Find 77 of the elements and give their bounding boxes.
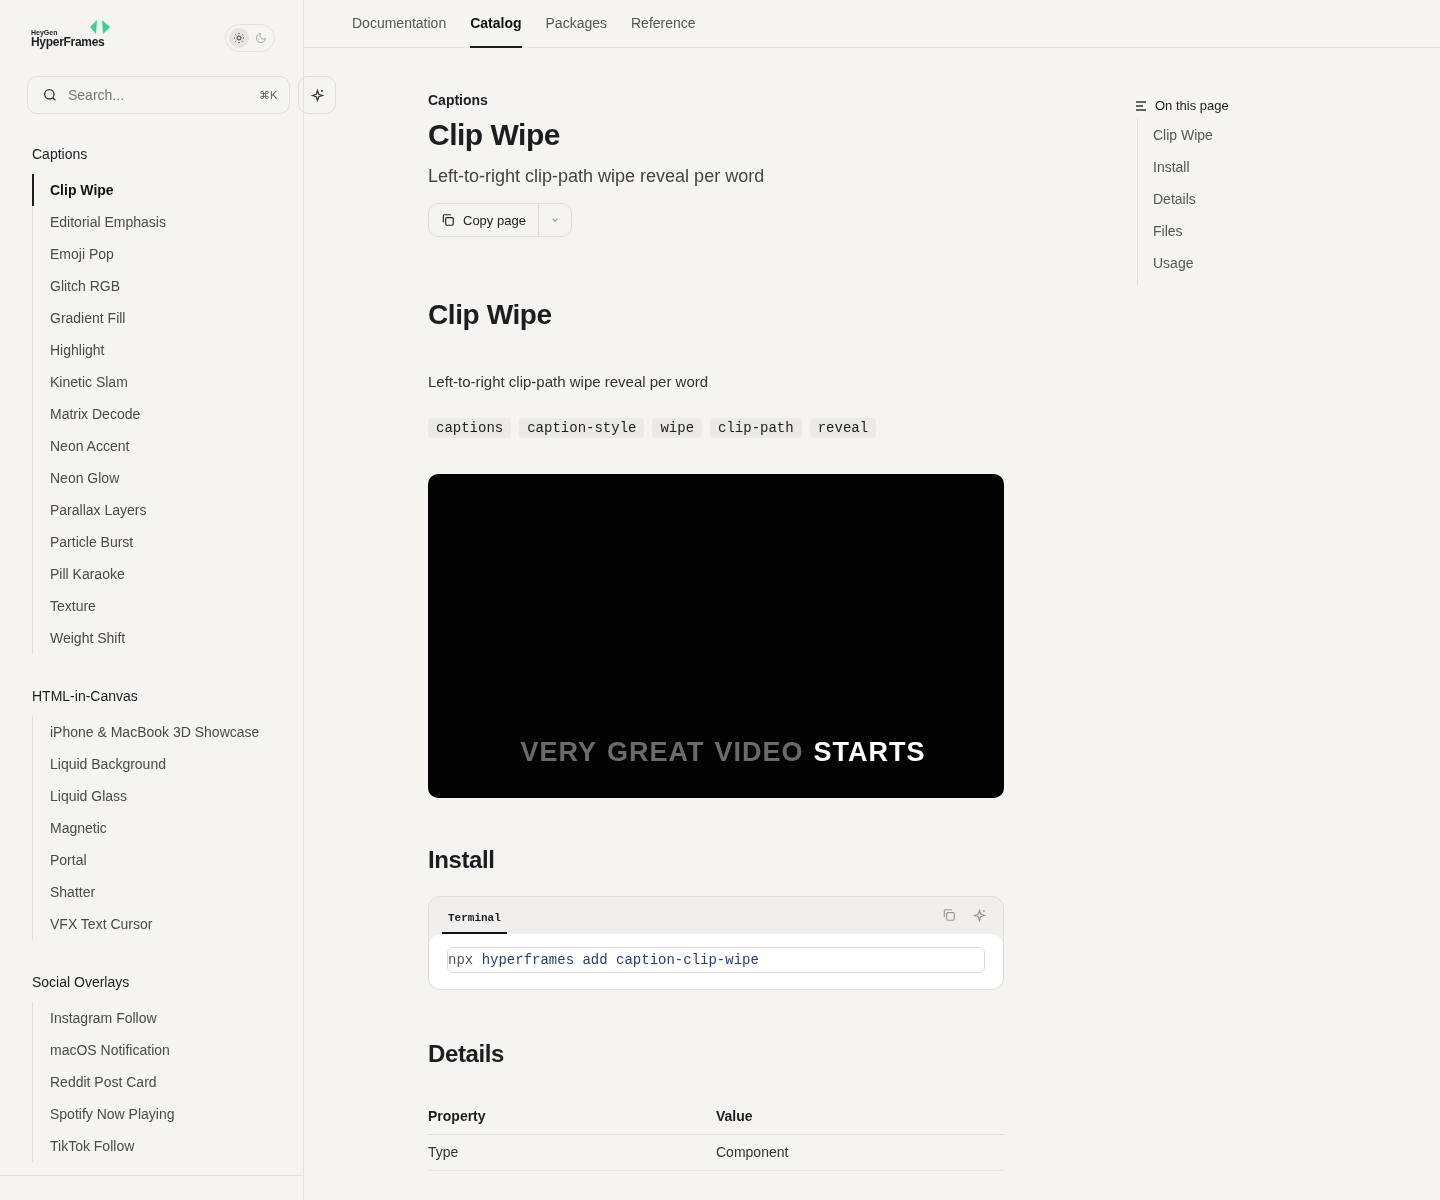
sidebar-item[interactable]: Instagram Follow xyxy=(32,1002,275,1034)
nav-tab[interactable]: Reference xyxy=(631,0,696,48)
sidebar-item[interactable]: Neon Accent xyxy=(32,430,275,462)
nav-tab[interactable]: Catalog xyxy=(470,0,522,48)
group-title: Captions xyxy=(32,145,89,164)
sidebar-item[interactable]: Shatter xyxy=(32,876,275,908)
sidebar-item[interactable]: Matrix Decode xyxy=(32,398,275,430)
section-title: Details xyxy=(428,1040,505,1068)
table-cell: Type xyxy=(428,1134,716,1171)
sidebar-item[interactable]: Liquid Background xyxy=(32,748,275,780)
list-icon xyxy=(1136,100,1147,111)
sparkle-icon xyxy=(309,87,325,103)
column-header: Value xyxy=(716,1102,1004,1135)
toc-link[interactable]: Clip Wipe xyxy=(1153,119,1336,151)
group-title: HTML-in-Canvas xyxy=(32,687,139,706)
breadcrumb: Captions xyxy=(428,92,489,108)
search-icon xyxy=(42,87,58,103)
search-field[interactable]: Search... ⌘K xyxy=(27,76,291,114)
logo-wordmark: HyperFrames xyxy=(31,35,105,48)
copy-icon xyxy=(441,213,455,227)
video-player[interactable]: VERY GREAT VIDEO STARTS xyxy=(428,474,1004,798)
moon-icon xyxy=(255,32,267,44)
group-title: Social Overlays xyxy=(32,973,131,992)
sparkle-icon xyxy=(972,908,987,923)
toc-title: On this page xyxy=(1155,98,1229,113)
sidebar-item[interactable]: TikTok Follow xyxy=(32,1130,275,1162)
search-input[interactable]: Search... xyxy=(66,86,251,104)
sidebar-item[interactable]: Particle Burst xyxy=(32,526,275,558)
section-title: Install xyxy=(428,846,496,874)
sidebar-item[interactable]: Spotify Now Playing xyxy=(32,1098,275,1130)
toc-link[interactable]: Usage xyxy=(1153,247,1336,279)
sun-icon xyxy=(233,32,245,44)
shortcut-hint: ⌘K xyxy=(259,88,278,102)
sidebar-item[interactable]: Magnetic xyxy=(32,812,275,844)
sidebar-item[interactable]: Editorial Emphasis xyxy=(32,206,275,238)
sidebar-item[interactable]: Pill Karaoke xyxy=(32,558,275,590)
caption-word: VIDEO xyxy=(714,737,804,768)
copy-icon xyxy=(942,908,956,922)
toc-link[interactable]: Details xyxy=(1153,183,1336,215)
sidebar-item[interactable]: Glitch RGB xyxy=(32,270,275,302)
tag: captions xyxy=(428,418,512,438)
sidebar-item[interactable]: Neon Glow xyxy=(32,462,275,494)
caption-word: VERY xyxy=(520,737,597,768)
caption-word: STARTS xyxy=(813,737,926,768)
sidebar-item[interactable]: Weight Shift xyxy=(32,622,275,654)
ai-button[interactable] xyxy=(298,76,337,114)
sidebar-item[interactable]: Kinetic Slam xyxy=(32,366,275,398)
tag: wipe xyxy=(652,418,703,438)
description: Left-to-right clip-path wipe reveal per word xyxy=(428,373,710,390)
sidebar-item[interactable]: Reddit Post Card xyxy=(32,1066,275,1098)
sidebar-item[interactable]: Clip Wipe xyxy=(32,174,275,206)
copy-page-button[interactable]: Copy page xyxy=(429,204,539,236)
nav-tab[interactable]: Packages xyxy=(545,0,607,48)
sidebar-item[interactable]: Texture xyxy=(32,590,275,622)
theme-button[interactable] xyxy=(229,28,249,48)
logo-icon xyxy=(88,19,112,34)
nav-tab[interactable]: Documentation xyxy=(352,0,447,48)
toc-link[interactable]: Files xyxy=(1153,215,1336,247)
sidebar-item[interactable]: Emoji Pop xyxy=(32,238,275,270)
tag: clip-path xyxy=(710,418,802,438)
sidebar-item[interactable]: Parallax Layers xyxy=(32,494,275,526)
sidebar-item[interactable]: Liquid Glass xyxy=(32,780,275,812)
column-header: Property xyxy=(428,1102,716,1135)
sidebar-item[interactable]: Portal xyxy=(32,844,275,876)
sidebar-item[interactable]: macOS Notification xyxy=(32,1034,275,1066)
tag: reveal xyxy=(809,418,877,438)
table-cell: Component xyxy=(716,1134,1004,1171)
tag: caption-style xyxy=(519,418,645,438)
section-title: Clip Wipe xyxy=(428,299,553,331)
sidebar-item[interactable]: VFX Text Cursor xyxy=(32,908,275,940)
caption-word: GREAT xyxy=(607,737,705,768)
page-subtitle: Left-to-right clip-path wipe reveal per word xyxy=(428,166,766,187)
sidebar-item[interactable]: Highlight xyxy=(32,334,275,366)
toc-link[interactable]: Install xyxy=(1153,151,1336,183)
sidebar-item[interactable]: Gradient Fill xyxy=(32,302,275,334)
sidebar-item[interactable]: iPhone & MacBook 3D Showcase xyxy=(32,716,275,748)
page-title: Clip Wipe xyxy=(428,118,561,152)
